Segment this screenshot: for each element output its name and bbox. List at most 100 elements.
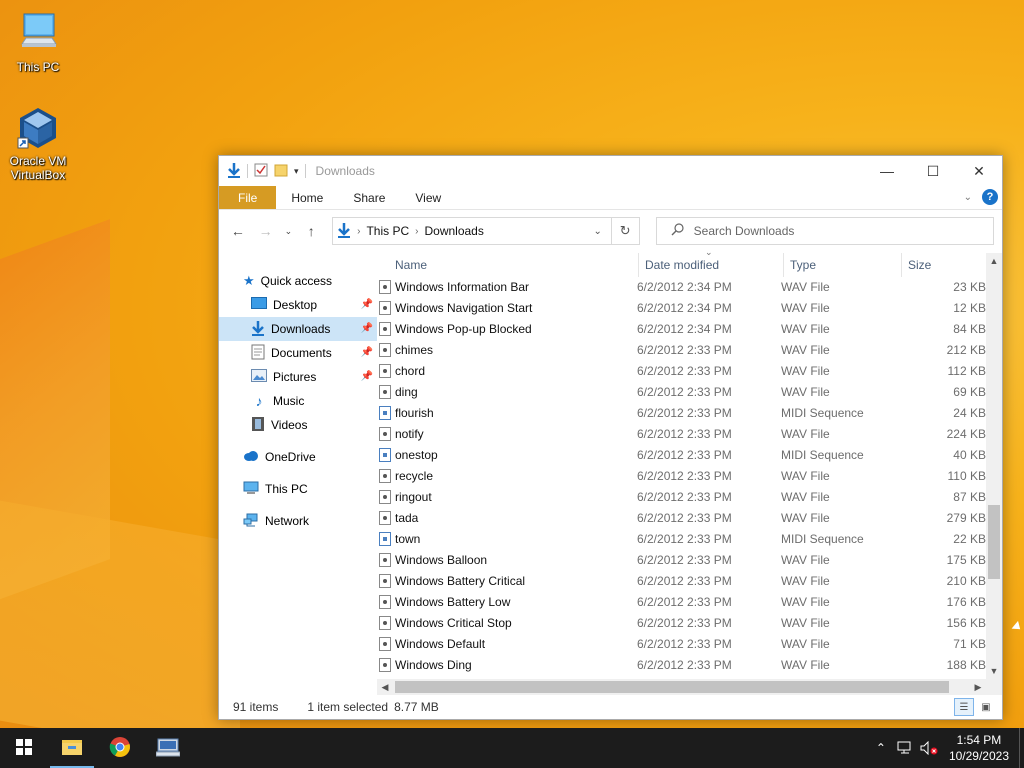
forward-arrow-icon[interactable]: → [255, 220, 277, 242]
expand-ribbon-icon[interactable]: ⌄ [964, 192, 972, 203]
nav-quick-access[interactable]: ★ Quick access [219, 269, 377, 293]
tab-share[interactable]: Share [338, 186, 400, 209]
properties-icon[interactable] [254, 163, 268, 180]
large-icons-view-icon[interactable]: ▣ [976, 698, 996, 716]
file-name: chimes [395, 343, 434, 357]
search-box[interactable]: Search Downloads [655, 217, 994, 245]
column-header-name[interactable]: Name [377, 253, 639, 277]
desktop-icon-this-pc[interactable]: This PC [0, 12, 76, 74]
nav-network[interactable]: Network [219, 509, 377, 533]
file-row[interactable]: Windows Ding 6/2/2012 2:33 PM WAV File 188 … [377, 655, 986, 676]
address-dropdown-icon[interactable]: ⌄ [589, 218, 607, 244]
file-row[interactable]: recycle 6/2/2012 2:33 PM WAV File 110 KB [377, 466, 986, 487]
taskbar-file-explorer[interactable] [48, 728, 96, 768]
file-list: Windows Information Bar 6/2/2012 2:34 PM W… [377, 277, 986, 676]
network-status-icon[interactable] [893, 741, 917, 755]
file-row[interactable]: chord 6/2/2012 2:33 PM WAV File 112 KB [377, 361, 986, 382]
nav-onedrive[interactable]: OneDrive [219, 445, 377, 469]
file-row[interactable]: chimes 6/2/2012 2:33 PM WAV File 212 KB [377, 340, 986, 361]
file-row[interactable]: Windows Critical Stop 6/2/2012 2:33 PM WAV… [377, 613, 986, 634]
up-arrow-icon[interactable]: ↑ [300, 220, 322, 242]
scroll-thumb[interactable] [988, 505, 1000, 579]
file-row[interactable]: Windows Balloon 6/2/2012 2:33 PM WAV File 1… [377, 550, 986, 571]
scroll-right-icon[interactable]: ▶ [970, 679, 986, 695]
horizontal-scrollbar[interactable]: ◀ ▶ [377, 679, 1002, 695]
nav-pictures[interactable]: Pictures 📌 [219, 365, 377, 389]
qat-dropdown-icon[interactable]: ▾ [294, 166, 299, 177]
file-row[interactable]: Windows Default 6/2/2012 2:33 PM WAV File 7… [377, 634, 986, 655]
selection-status: 1 item selected [307, 700, 389, 714]
file-name: tada [395, 511, 419, 525]
file-size: 224 KB [946, 427, 986, 441]
refresh-icon[interactable]: ↻ [610, 218, 639, 244]
file-row[interactable]: ding 6/2/2012 2:33 PM WAV File 69 KB [377, 382, 986, 403]
file-row[interactable]: tada 6/2/2012 2:33 PM WAV File 279 KB [377, 508, 986, 529]
scroll-left-icon[interactable]: ◀ [377, 679, 393, 695]
vertical-scrollbar[interactable]: ▲ ▼ [986, 253, 1002, 679]
videos-icon [251, 416, 265, 435]
column-header-size[interactable]: Size [902, 253, 977, 277]
start-button[interactable] [0, 728, 48, 768]
taskbar-network-app[interactable] [144, 728, 192, 768]
download-arrow-icon [337, 222, 351, 241]
file-row[interactable]: flourish 6/2/2012 2:33 PM MIDI Sequence 24 … [377, 403, 986, 424]
file-size: 84 KB [953, 322, 986, 336]
file-size: 112 KB [947, 364, 986, 378]
tab-file[interactable]: File [219, 186, 277, 209]
nav-downloads[interactable]: Downloads 📌 [219, 317, 377, 341]
audio-file-icon [379, 385, 391, 399]
network-icon [243, 513, 259, 530]
file-name: Windows Navigation Start [395, 301, 533, 315]
file-row[interactable]: notify 6/2/2012 2:33 PM WAV File 224 KB [377, 424, 986, 445]
show-desktop-button[interactable] [1019, 728, 1024, 768]
file-date: 6/2/2012 2:33 PM [637, 406, 732, 420]
new-folder-icon[interactable] [274, 163, 288, 180]
file-row[interactable]: Windows Battery Critical 6/2/2012 2:33 PM… [377, 571, 986, 592]
nav-desktop[interactable]: Desktop 📌 [219, 293, 377, 317]
file-date: 6/2/2012 2:33 PM [637, 553, 732, 567]
maximize-button[interactable]: ☐ [910, 156, 956, 186]
tab-view[interactable]: View [400, 186, 456, 209]
show-hidden-icons-icon[interactable]: ⌃ [869, 741, 893, 755]
file-row[interactable]: Windows Information Bar 6/2/2012 2:34 PM W… [377, 277, 986, 298]
nav-documents[interactable]: Documents 📌 [219, 341, 377, 365]
volume-muted-icon[interactable] [917, 741, 941, 755]
scroll-thumb[interactable] [395, 681, 949, 693]
file-row[interactable]: Windows Pop-up Blocked 6/2/2012 2:34 PM WA… [377, 319, 986, 340]
title-bar[interactable]: ▾ Downloads — ☐ ✕ [219, 156, 1002, 186]
audio-file-icon [379, 301, 391, 315]
file-row[interactable]: Windows Battery Low 6/2/2012 2:33 PM WAV F… [377, 592, 986, 613]
file-size: 210 KB [946, 574, 986, 588]
address-bar[interactable]: › This PC › Downloads ⌄ ↻ [332, 217, 640, 245]
clock[interactable]: 1:54 PM 10/29/2023 [941, 732, 1019, 764]
recent-locations-icon[interactable]: ⌄ [283, 220, 295, 242]
details-view-icon[interactable]: ☰ [954, 698, 974, 716]
back-arrow-icon[interactable]: ← [227, 220, 249, 242]
desktop-icon-virtualbox[interactable]: Oracle VM VirtualBox [0, 106, 76, 182]
audio-file-icon [379, 343, 391, 357]
file-type: WAV File [781, 616, 830, 630]
tab-home[interactable]: Home [276, 186, 338, 209]
scroll-up-icon[interactable]: ▲ [986, 253, 1002, 269]
file-row[interactable]: Windows Navigation Start 6/2/2012 2:34 PM… [377, 298, 986, 319]
minimize-button[interactable]: — [864, 156, 910, 186]
close-button[interactable]: ✕ [956, 156, 1002, 186]
nav-videos[interactable]: Videos [219, 413, 377, 437]
nav-music[interactable]: ♪ Music [219, 389, 377, 413]
scroll-down-icon[interactable]: ▼ [986, 663, 1002, 679]
taskbar-chrome[interactable] [96, 728, 144, 768]
column-header-type[interactable]: Type [784, 253, 902, 277]
breadcrumb-chevron-icon[interactable]: › [415, 226, 418, 237]
file-row[interactable]: onestop 6/2/2012 2:33 PM MIDI Sequence 40 K… [377, 445, 986, 466]
file-row[interactable]: ringout 6/2/2012 2:33 PM WAV File 87 KB [377, 487, 986, 508]
breadcrumb-chevron-icon[interactable]: › [357, 226, 360, 237]
clock-date: 10/29/2023 [948, 749, 1009, 763]
breadcrumb-downloads[interactable]: Downloads [424, 224, 483, 238]
help-icon[interactable]: ? [982, 189, 998, 205]
file-type: MIDI Sequence [781, 406, 864, 420]
file-size: 188 KB [946, 658, 986, 672]
nav-this-pc[interactable]: This PC [219, 477, 377, 501]
file-row[interactable]: town 6/2/2012 2:33 PM MIDI Sequence 22 KB [377, 529, 986, 550]
file-type: WAV File [781, 280, 830, 294]
breadcrumb-this-pc[interactable]: This PC [366, 224, 409, 238]
